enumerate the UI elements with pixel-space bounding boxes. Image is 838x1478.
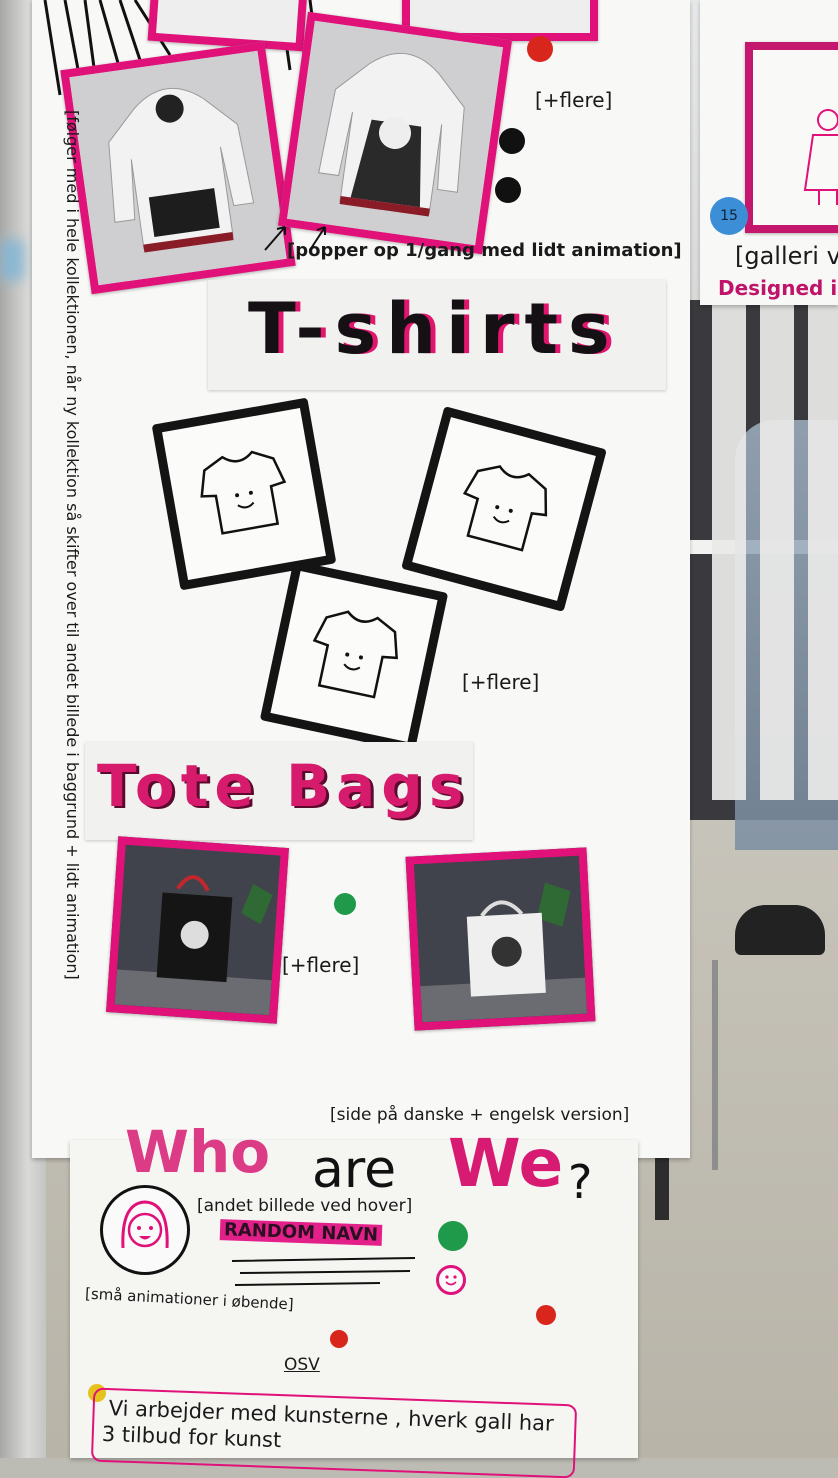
totebags-title-card: Tote Bags xyxy=(85,742,473,840)
tshirt-sketch-frame xyxy=(259,560,449,753)
popup-note: [popper op 1/gang med lidt animation] xyxy=(287,240,682,261)
tshirts-more-note: [+flere] xyxy=(462,670,540,694)
red-dot xyxy=(527,36,553,62)
shoe xyxy=(735,905,825,955)
tshirts-title-card: T-shirts xyxy=(208,280,666,390)
gallery-frame xyxy=(745,42,838,233)
black-dot xyxy=(499,128,525,154)
who-word: Who xyxy=(125,1118,271,1186)
black-dot xyxy=(495,177,521,203)
more-note-top: [+flere] xyxy=(535,88,613,112)
text-placeholder-lines xyxy=(231,1257,416,1286)
side-note: [følger med i hele kollektionen, når ny … xyxy=(63,110,82,980)
frosted-stripe xyxy=(712,300,746,800)
totebags-title: Tote Bags xyxy=(97,752,470,820)
totebags-more-note: [+flere] xyxy=(282,953,360,977)
totebag-image xyxy=(413,855,588,1023)
totebag-photo xyxy=(405,847,596,1031)
green-dot xyxy=(334,893,356,915)
tshirts-title: T-shirts xyxy=(248,288,620,370)
tshirt-sketch-frame xyxy=(151,397,337,591)
smiley-icon xyxy=(436,1265,466,1295)
avatar xyxy=(100,1185,190,1275)
we-word: We xyxy=(448,1125,564,1202)
etc-note: OSV xyxy=(284,1355,320,1375)
red-dot xyxy=(330,1330,348,1348)
blue-light xyxy=(0,240,24,280)
question-mark: ? xyxy=(568,1155,593,1209)
tshirt-icon xyxy=(312,610,398,699)
girl-face-icon xyxy=(121,1200,169,1249)
blue-number-badge: 15 xyxy=(710,197,748,235)
totebag-image xyxy=(114,844,281,1016)
girl-sketch-icon xyxy=(803,109,838,205)
frosted-stripe xyxy=(760,300,794,800)
bottom-text-line2: 3 tilbud for kunst xyxy=(101,1421,282,1453)
chair-leg xyxy=(712,960,718,1170)
gallery-note: [galleri v xyxy=(735,242,838,270)
hover-note: [andet billede ved hover] xyxy=(197,1196,413,1216)
tshirt-icon xyxy=(200,450,287,535)
hoodie-image xyxy=(287,20,503,246)
bottom-text-box: Vi arbejder med kunsterne , hverk gall h… xyxy=(90,1387,578,1478)
arrow-icon xyxy=(264,226,326,251)
tshirt-icon xyxy=(462,465,548,552)
green-dot xyxy=(438,1221,468,1251)
language-note: [side på danske + engelsk version] xyxy=(330,1105,630,1125)
smiley-face xyxy=(445,1275,457,1286)
frosted-stripe xyxy=(808,300,838,800)
totebag-photo xyxy=(106,836,289,1024)
designed-note: Designed i xyxy=(718,276,838,300)
hoodie-photo xyxy=(60,41,296,295)
red-dot xyxy=(536,1305,556,1325)
are-word: are xyxy=(312,1140,397,1200)
